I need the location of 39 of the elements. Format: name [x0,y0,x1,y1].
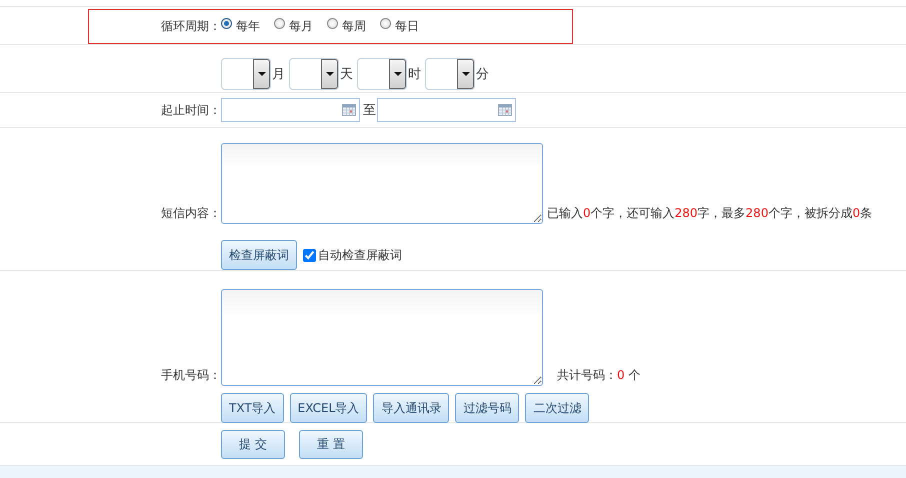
import-button[interactable]: 二次过滤 [525,393,590,423]
import-button[interactable]: TXT导入 [221,393,284,423]
radio-button[interactable] [380,18,391,29]
number-count: 共计号码：0 个 [556,367,640,384]
import-button[interactable]: 过滤号码 [455,393,520,423]
unit-label: 时 [408,66,421,83]
unit-label: 天 [340,66,353,83]
checkbox-label[interactable]: 自动检查屏蔽词 [318,246,402,264]
character-count: 已输入0个字，还可输入280字，最多280个字，被拆分成0条 [547,205,872,222]
field-label: 手机号码： [160,367,221,384]
phone-numbers-field[interactable] [221,289,543,386]
unit-label: 分 [476,66,489,83]
check-words-button[interactable]: 检查屏蔽词 [221,240,297,270]
option-label[interactable]: 每年 [236,18,260,35]
submit-button[interactable]: 提 交 [221,430,285,458]
unit-label: 月 [272,66,285,83]
message-field[interactable] [221,143,543,224]
radio-button[interactable] [327,18,338,29]
date-field[interactable] [221,98,360,122]
field-label: 起止时间： [160,102,221,118]
option-label[interactable]: 每周 [342,18,366,35]
calendar-icon[interactable] [342,104,356,116]
dropdown[interactable] [425,58,475,90]
calendar-icon[interactable] [498,104,512,116]
import-button[interactable]: EXCEL导入 [290,393,368,423]
option-label[interactable]: 每日 [395,18,419,35]
import-button[interactable]: 导入通讯录 [373,393,450,423]
field-label: 短信内容： [160,205,221,222]
date-field[interactable] [377,98,516,122]
dropdown[interactable] [289,58,339,90]
dropdown[interactable] [357,58,407,90]
dropdown[interactable] [221,58,271,90]
option-label[interactable]: 每月 [289,18,313,35]
field-label: 循环周期： [160,18,221,35]
checkbox[interactable] [303,248,316,262]
reset-button[interactable]: 重 置 [299,430,363,458]
separator-label: 至 [363,102,376,119]
radio-button[interactable] [221,18,232,29]
radio-button[interactable] [274,18,285,29]
